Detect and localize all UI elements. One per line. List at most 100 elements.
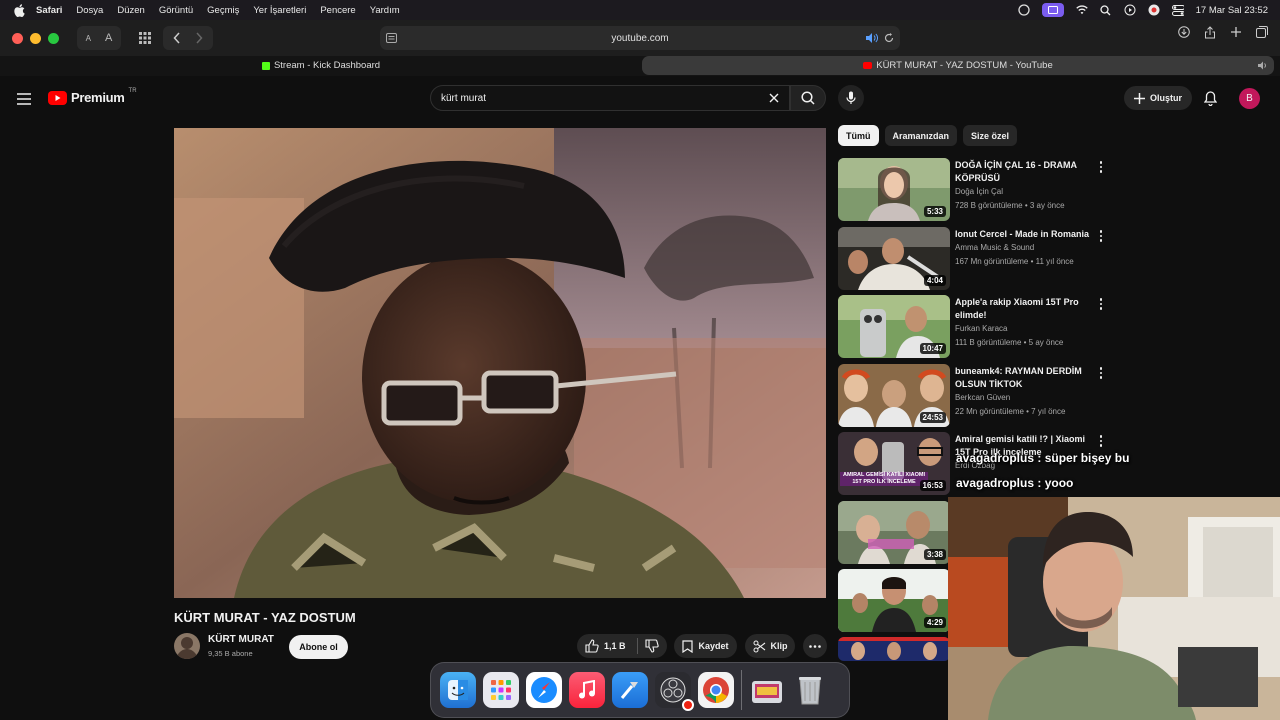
recommendation-channel[interactable]: Berkcan Güven xyxy=(955,393,1010,402)
now-playing-icon[interactable] xyxy=(1124,4,1136,16)
chip-all[interactable]: Tümü xyxy=(838,125,879,146)
more-actions-button[interactable] xyxy=(803,634,827,658)
music-icon[interactable] xyxy=(569,672,605,708)
search-input[interactable]: kürt murat xyxy=(430,85,790,111)
scissors-icon xyxy=(753,640,765,652)
dislike-icon[interactable] xyxy=(644,639,659,653)
address-bar[interactable]: youtube.com xyxy=(380,26,900,50)
menu-window[interactable]: Pencere xyxy=(320,5,355,16)
webcam-feed xyxy=(948,497,1280,720)
search-value[interactable]: kürt murat xyxy=(441,93,486,104)
more-options-icon[interactable] xyxy=(1096,434,1106,448)
control-center-icon[interactable] xyxy=(1171,4,1184,16)
speaker-icon[interactable] xyxy=(866,33,878,43)
tab-audio-icon[interactable] xyxy=(1258,61,1268,70)
menu-history[interactable]: Geçmiş xyxy=(207,5,239,16)
channel-name[interactable]: KÜRT MURAT xyxy=(208,634,274,645)
channel-avatar[interactable] xyxy=(174,633,200,659)
minimize-window-button[interactable] xyxy=(30,32,41,44)
recommendation-title[interactable]: buneamk4: RAYMAN DERDİM OLSUN TİKTOK xyxy=(955,365,1100,391)
close-window-button[interactable] xyxy=(12,32,23,44)
tab-overview-icon[interactable] xyxy=(1256,26,1268,38)
new-tab-icon[interactable] xyxy=(1230,26,1242,38)
more-options-icon[interactable] xyxy=(1096,160,1106,174)
recommendation-title[interactable]: Ionut Cercel - Made in Romania xyxy=(955,228,1100,241)
zoom-window-button[interactable] xyxy=(48,32,59,44)
notifications-icon[interactable] xyxy=(1204,91,1217,106)
tab-overview-button[interactable] xyxy=(133,26,157,50)
menu-file[interactable]: Dosya xyxy=(76,5,103,16)
search-button[interactable] xyxy=(790,85,826,111)
downloads-icon[interactable] xyxy=(1178,26,1190,38)
clip-button[interactable]: Klip xyxy=(745,634,795,658)
tab-kick-dashboard[interactable]: Stream - Kick Dashboard xyxy=(6,56,636,75)
create-button[interactable]: Oluştur xyxy=(1124,86,1192,110)
chip-for-you[interactable]: Size özel xyxy=(963,125,1018,146)
menu-icon[interactable] xyxy=(17,93,31,105)
like-icon[interactable] xyxy=(585,639,599,653)
menu-help[interactable]: Yardım xyxy=(370,5,400,16)
recommendation-title[interactable]: Apple'a rakip Xiaomi 15T Pro elimde! xyxy=(955,296,1100,322)
video-thumbnail[interactable]: 24:53 xyxy=(838,364,950,427)
recommendation-item[interactable]: 10:47 Apple'a rakip Xiaomi 15T Pro elimd… xyxy=(838,295,1128,359)
wifi-icon[interactable] xyxy=(1075,4,1088,16)
finder-icon[interactable] xyxy=(440,672,476,708)
creative-cloud-icon[interactable] xyxy=(1017,4,1030,16)
like-count[interactable]: 1,1 B xyxy=(604,641,626,651)
video-thumbnail[interactable] xyxy=(838,637,950,661)
grid-icon xyxy=(139,32,151,44)
video-thumbnail[interactable]: 5:33 xyxy=(838,158,950,221)
menu-view[interactable]: Görüntü xyxy=(159,5,193,16)
youtube-logo[interactable]: Premium TR xyxy=(48,88,137,105)
more-options-icon[interactable] xyxy=(1096,366,1106,380)
share-icon[interactable] xyxy=(1204,26,1216,39)
video-thumbnail[interactable]: 4:04 xyxy=(838,227,950,290)
apple-icon[interactable] xyxy=(12,3,26,17)
subscribe-button[interactable]: Abone ol xyxy=(289,635,348,659)
clear-search-icon[interactable] xyxy=(769,93,779,103)
launchpad-icon[interactable] xyxy=(483,672,519,708)
recommendation-item[interactable]: 4:04 Ionut Cercel - Made in Romania Amma… xyxy=(838,227,1128,291)
page-menu-icon[interactable] xyxy=(386,33,397,43)
xcode-icon[interactable] xyxy=(612,672,648,708)
spotlight-icon[interactable] xyxy=(1100,4,1112,16)
font-smaller-button[interactable]: A xyxy=(86,34,91,43)
tab-youtube[interactable]: KÜRT MURAT - YAZ DOSTUM - YouTube xyxy=(642,56,1274,75)
more-options-icon[interactable] xyxy=(1096,229,1106,243)
recommendation-title[interactable]: DOĞA İÇİN ÇAL 16 - DRAMA KÖPRÜSÜ xyxy=(955,159,1100,185)
chrome-icon[interactable] xyxy=(698,672,734,708)
trash-icon[interactable] xyxy=(792,672,828,708)
screen-recording-icon[interactable] xyxy=(1041,3,1064,17)
user-icon[interactable] xyxy=(1148,4,1160,16)
recommendation-channel[interactable]: Furkan Karaca xyxy=(955,324,1007,333)
reload-icon[interactable] xyxy=(884,33,894,43)
menu-app-name[interactable]: Safari xyxy=(36,5,62,16)
back-icon[interactable] xyxy=(173,32,181,44)
video-thumbnail[interactable]: 3:38 xyxy=(838,501,950,564)
menu-edit[interactable]: Düzen xyxy=(117,5,144,16)
recommendation-channel[interactable]: Doğa İçin Çal xyxy=(955,187,1003,196)
video-thumbnail[interactable]: AMIRAL GEMİSİ KATİLİ XIAOMI 15T PRO İLK … xyxy=(838,432,950,495)
clock[interactable]: 17 Mar Sal 23:52 xyxy=(1196,5,1268,16)
chip-from-search[interactable]: Aramanızdan xyxy=(884,125,958,146)
chat-text: yooo xyxy=(1044,476,1074,490)
voice-search-button[interactable] xyxy=(838,85,864,111)
menu-bookmarks[interactable]: Yer İşaretleri xyxy=(253,5,306,16)
recommendation-item[interactable]: 24:53 buneamk4: RAYMAN DERDİM OLSUN TİKT… xyxy=(838,364,1128,428)
video-player[interactable] xyxy=(174,128,826,598)
folder-icon[interactable] xyxy=(749,672,785,708)
video-thumbnail[interactable]: 4:29 xyxy=(838,569,950,632)
recommendation-channel[interactable]: Amma Music & Sound xyxy=(955,243,1034,252)
font-larger-button[interactable]: A xyxy=(105,32,112,44)
safari-icon[interactable] xyxy=(526,672,562,708)
save-button[interactable]: Kaydet xyxy=(674,634,737,658)
address-text[interactable]: youtube.com xyxy=(611,33,668,44)
masthead: Premium TR kürt murat Oluştur B xyxy=(0,76,1280,120)
obs-icon[interactable] xyxy=(655,672,694,711)
subscribe-label: Abone ol xyxy=(299,642,338,652)
recommendation-item[interactable]: 5:33 DOĞA İÇİN ÇAL 16 - DRAMA KÖPRÜSÜ Do… xyxy=(838,158,1128,222)
more-options-icon[interactable] xyxy=(1096,297,1106,311)
avatar[interactable]: B xyxy=(1239,88,1260,109)
video-thumbnail[interactable]: 10:47 xyxy=(838,295,950,358)
forward-icon[interactable] xyxy=(195,32,203,44)
